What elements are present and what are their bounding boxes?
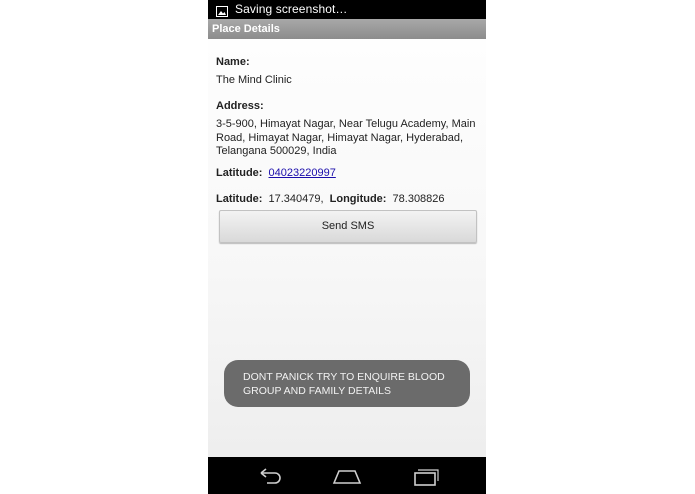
send-sms-button[interactable]: Send SMS — [219, 210, 477, 243]
name-label-bold: Name: — [216, 56, 250, 68]
status-notification-text: Saving screenshot… — [235, 2, 348, 16]
longitude-label: Longitude: — [329, 193, 387, 205]
longitude-value: 78.308826 — [392, 193, 445, 205]
status-bar: Saving screenshot… — [208, 0, 486, 19]
page-title: Place Details — [212, 23, 280, 35]
address-label: Address: — [216, 100, 264, 112]
home-icon[interactable] — [332, 466, 362, 486]
coordinates-row: Latitude: 17.340479, Longitude: 78.30882… — [216, 193, 445, 205]
latitude-value: 17.340479 — [268, 193, 321, 205]
toast-message: DONT PANICK TRY TO ENQUIRE BLOOD GROUP A… — [224, 360, 470, 407]
address-value: 3-5-900, Himayat Nagar, Near Telugu Acad… — [216, 118, 476, 157]
phone-link[interactable]: 04023220997 — [269, 167, 336, 179]
recents-icon[interactable] — [410, 466, 440, 486]
phone-label: Latitude: — [216, 167, 263, 179]
phone-row: Latitude: 04023220997 — [216, 167, 336, 179]
coordinate-separator: , — [320, 193, 324, 205]
navigation-bar — [208, 457, 486, 494]
name-value: The Mind Clinic — [216, 74, 292, 86]
title-bar: Place Details — [208, 19, 486, 39]
latitude-label: Latitude: — [216, 193, 263, 205]
back-icon[interactable] — [255, 466, 285, 486]
phone-screen: Saving screenshot… Place Details Name: N… — [208, 0, 486, 494]
